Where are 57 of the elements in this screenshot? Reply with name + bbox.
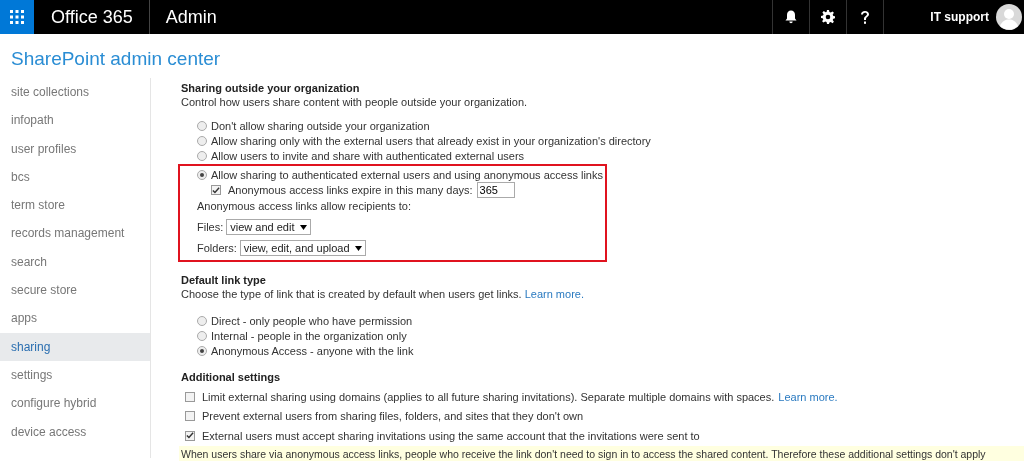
radio-button[interactable] [197, 346, 207, 357]
app-launcher-icon[interactable] [0, 0, 34, 34]
info-note: When users share via anonymous access links, people who receive the link don't need to sign in to access the shared content. Therefore these additional settings don't apply [179, 445, 1024, 461]
option-label: Internal - people in the organization only [211, 330, 407, 343]
checkbox-label: Limit external sharing using domains (applies to all future sharing invitations). Separate multiple domains with spaces. [202, 390, 775, 403]
radio-button[interactable] [197, 169, 207, 180]
sidebar-item[interactable]: infopath [0, 106, 150, 135]
checkbox[interactable] [185, 391, 195, 402]
sidebar-item[interactable]: device access [0, 417, 150, 446]
sidebar-item[interactable]: configure hybrid [0, 389, 150, 418]
section-title: Additional settings [181, 371, 281, 384]
option-label: Direct - only people who have permission [211, 314, 413, 327]
option-label: Don't allow sharing outside your organization [211, 119, 430, 132]
checkbox[interactable] [211, 185, 221, 196]
checkbox-label: Anonymous access links expire in this many days: [228, 184, 473, 197]
sidebar-item[interactable]: user profiles [0, 134, 150, 163]
page-title: SharePoint admin center [11, 47, 222, 71]
checkbox-label: External users must accept sharing invitations using the same account that the invitations were sent to [202, 429, 700, 442]
section-title: Default link type [181, 274, 267, 287]
radio-button[interactable] [197, 151, 207, 162]
learn-more-link[interactable]: Learn more. [778, 390, 838, 403]
checkbox[interactable] [185, 411, 195, 422]
dropdown[interactable]: view, edit, and upload [239, 240, 366, 257]
sidebar-item[interactable]: secure store [0, 276, 150, 305]
brand-name[interactable]: Office 365 [34, 0, 150, 34]
option-label: Anonymous Access - anyone with the link [211, 345, 414, 358]
learn-more-link[interactable]: Learn more. [524, 288, 584, 301]
option-label: Allow users to invite and share with authenticated external users [211, 150, 525, 163]
sidebar-item[interactable]: settings [0, 360, 150, 390]
radio-button[interactable] [197, 120, 207, 131]
avatar-icon[interactable] [996, 4, 1022, 30]
caret-icon [354, 245, 362, 251]
radio-button[interactable] [197, 331, 207, 342]
section-description: Choose the type of link that is created by default when users get links. [181, 288, 522, 301]
sidebar-item[interactable]: records management [0, 219, 150, 248]
sidebar-item[interactable]: search [0, 247, 150, 277]
app-name: Admin [164, 6, 217, 28]
sidebar-item[interactable]: apps [0, 304, 150, 333]
checkbox-label: Prevent external users from sharing files, folders, and sites that they don't own [202, 410, 584, 423]
checkbox[interactable] [185, 430, 195, 441]
sidebar-item[interactable]: site collections [0, 78, 150, 107]
user-name[interactable]: IT support [930, 10, 989, 24]
sidebar-item[interactable]: term store [0, 191, 150, 220]
section-description: Control how users share content with people outside your organization. [181, 96, 529, 108]
caret-icon [299, 224, 307, 230]
dropdown-label: Files: [197, 221, 224, 234]
dropdown[interactable]: view and edit [226, 219, 311, 236]
radio-button[interactable] [197, 135, 207, 146]
sidebar-item[interactable]: sharing [0, 332, 150, 361]
sidebar-item[interactable]: bcs [0, 162, 150, 192]
days-field[interactable]: 365 [476, 182, 515, 199]
radio-button[interactable] [197, 315, 207, 326]
dropdown-label: Folders: [197, 242, 237, 255]
option-label: Allow sharing only with the external users that already exist in your organization's directory [211, 134, 651, 147]
option-label: Allow sharing to authenticated external users and using anonymous access links [211, 168, 603, 181]
recipients-label: Anonymous access links allow recipients to: [197, 199, 412, 215]
section-title: Sharing outside your organization [181, 82, 361, 94]
